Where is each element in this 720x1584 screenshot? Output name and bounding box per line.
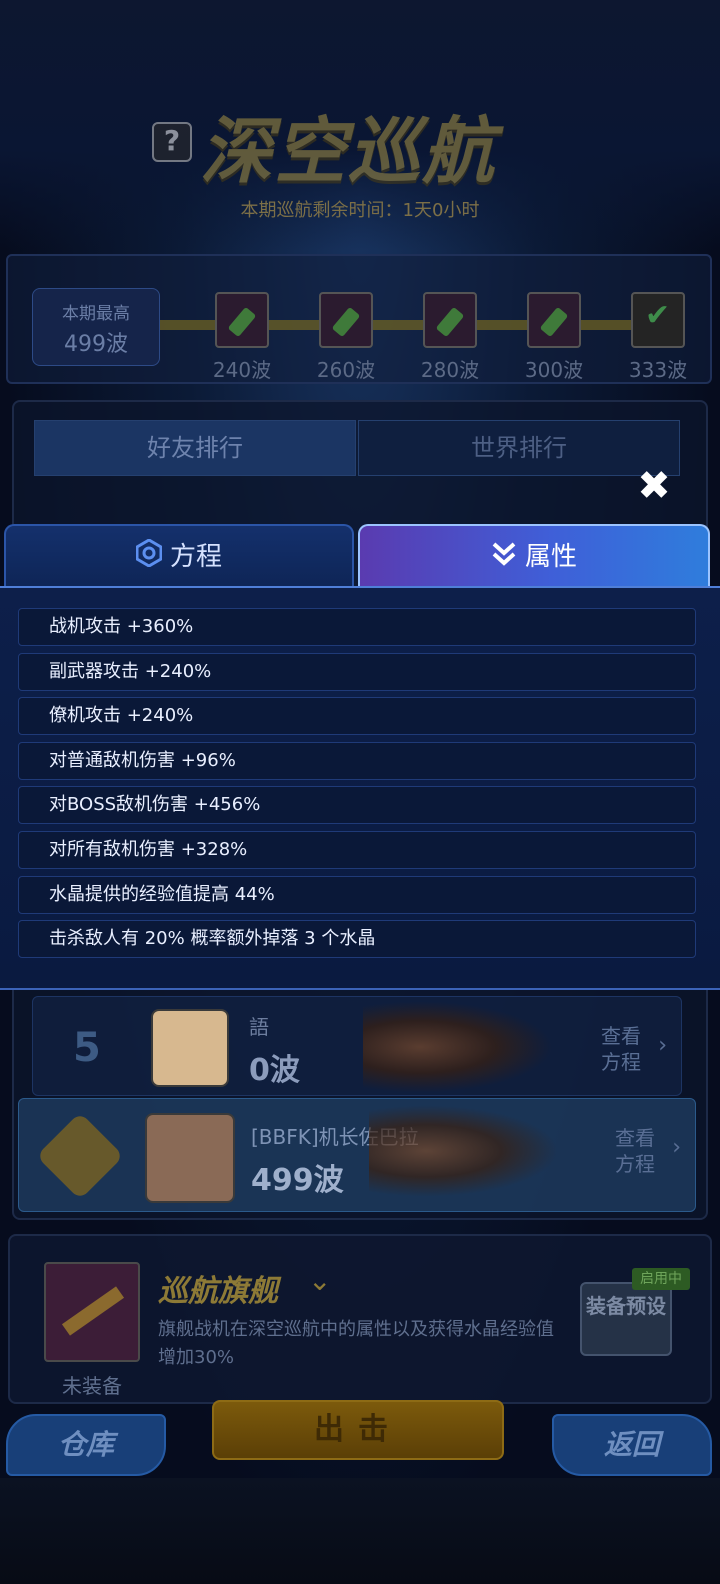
flagship-ship-slot[interactable]	[44, 1262, 140, 1362]
key-icon	[319, 292, 373, 348]
help-icon: ?	[152, 122, 192, 162]
view-formula-link[interactable]: 查看方程	[601, 1023, 651, 1075]
ranking-row[interactable]: 5 語 0波 查看方程 ›	[32, 996, 682, 1096]
milestone-label: 240波	[212, 358, 272, 382]
player-name: 語	[249, 1015, 269, 1039]
key-icon	[423, 292, 477, 348]
tab-formula[interactable]: 方程	[4, 524, 354, 588]
page-title: 深空巡航	[200, 109, 497, 193]
best-wave-value: 499波	[64, 332, 128, 357]
tab-friends-ranking[interactable]: 好友排行	[34, 420, 356, 476]
milestone-reward: 260波	[316, 292, 376, 383]
bottom-frame	[0, 1478, 720, 1584]
pilot-portrait	[369, 1105, 559, 1197]
sortie-button[interactable]: 出击	[212, 1400, 504, 1460]
attribute-row: 战机攻击 +360%	[18, 608, 696, 646]
best-wave-label: 本期最高	[62, 304, 130, 324]
milestone-label: 300波	[524, 358, 584, 382]
tab-attributes[interactable]: 属性	[358, 524, 710, 588]
attribute-row: 对所有敌机伤害 +328%	[18, 830, 696, 869]
player-score: 499波	[251, 1163, 344, 1198]
flagship-status: 未装备	[62, 1374, 122, 1398]
remaining-time: 本期巡航剩余时间：1天0小时	[240, 200, 480, 221]
flagship-title: 巡航旗舰	[158, 1274, 278, 1309]
key-icon	[215, 292, 269, 348]
attribute-row: 水晶提供的经验值提高 44%	[18, 875, 696, 914]
check-icon: ✔	[631, 292, 685, 348]
avatar	[151, 1009, 229, 1087]
best-wave-box: 本期最高 499波	[32, 288, 160, 366]
flagship-description: 旗舰战机在深空巡航中的属性以及获得水晶经验值增加30%	[158, 1319, 554, 1368]
milestone-reward: ✔ 333波	[628, 292, 688, 383]
my-ranking-row[interactable]: [BBFK]机长佐巴拉 499波 查看方程 ›	[18, 1098, 696, 1212]
player-score: 0波	[249, 1053, 300, 1088]
equipment-preset-button[interactable]: 装备预设	[580, 1282, 672, 1356]
chevron-right-icon: ›	[658, 1033, 667, 1058]
hexagon-icon	[135, 528, 163, 590]
attribute-row: 对BOSS敌机伤害 +456%	[18, 786, 696, 825]
tab-formula-label: 方程	[169, 542, 222, 572]
pilot-portrait	[363, 1001, 553, 1093]
chevron-right-icon: ›	[672, 1135, 681, 1160]
enabled-badge: 启用中	[632, 1268, 690, 1290]
double-chevron-down-icon	[491, 528, 517, 590]
milestone-label: 260波	[316, 358, 376, 382]
milestone-label: 280波	[420, 358, 480, 382]
warehouse-button[interactable]: 仓库	[6, 1414, 166, 1476]
avatar	[145, 1113, 235, 1203]
milestone-reward: 240波	[212, 292, 272, 383]
attribute-row: 僚机攻击 +240%	[18, 697, 696, 736]
rank-chevron-icon: ⌄	[308, 1264, 332, 1297]
attribute-list: 战机攻击 +360% 副武器攻击 +240% 僚机攻击 +240% 对普通敌机伤…	[18, 608, 696, 965]
rank-number: 5	[73, 1025, 101, 1071]
milestone-reward: 280波	[420, 292, 480, 383]
tab-attributes-label: 属性	[524, 542, 577, 572]
attribute-row: 击杀敌人有 20% 概率额外掉落 3 个水晶	[18, 920, 696, 959]
key-icon	[527, 292, 581, 348]
attribute-row: 副武器攻击 +240%	[18, 652, 696, 691]
back-button[interactable]: 返回	[552, 1414, 712, 1476]
attribute-row: 对普通敌机伤害 +96%	[18, 741, 696, 780]
view-formula-link[interactable]: 查看方程	[615, 1125, 665, 1177]
medal-icon	[36, 1112, 124, 1200]
milestone-reward: 300波	[524, 292, 584, 383]
close-icon[interactable]: ✖	[632, 466, 676, 510]
milestone-label: 333波	[628, 358, 688, 382]
